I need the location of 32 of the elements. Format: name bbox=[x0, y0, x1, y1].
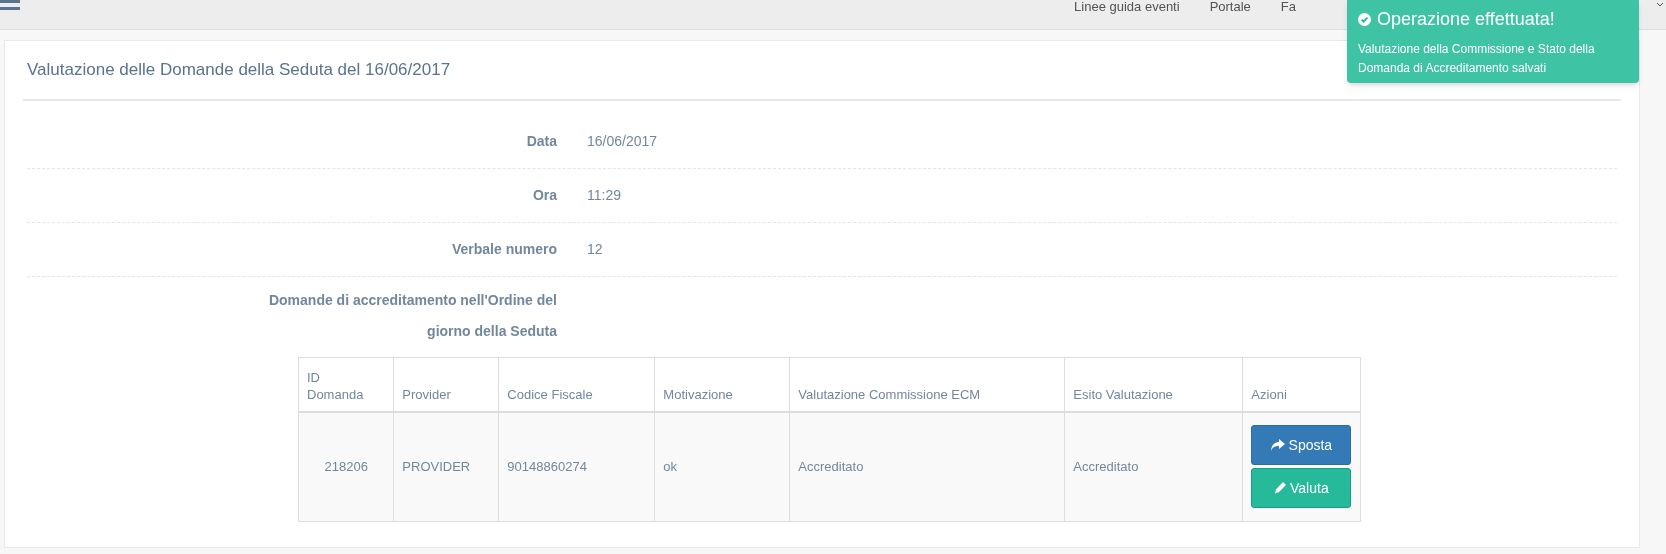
nav-link[interactable]: Fa bbox=[1280, 0, 1296, 14]
caret-icon[interactable] bbox=[1656, 2, 1664, 8]
column-header: Provider bbox=[393, 357, 499, 412]
check-circle-icon bbox=[1358, 13, 1371, 26]
field-value: 11:29 bbox=[587, 186, 621, 205]
nav-link[interactable]: Linee guida eventi bbox=[1074, 0, 1180, 14]
share-arrow-icon bbox=[1270, 439, 1285, 452]
table-cell: PROVIDER bbox=[393, 411, 499, 522]
table-cell: Accreditato bbox=[789, 411, 1065, 522]
pencil-icon bbox=[1274, 482, 1286, 495]
table-cell: ok bbox=[654, 411, 790, 522]
row-action-button[interactable]: Sposta bbox=[1251, 425, 1352, 466]
page-title: Valutazione delle Domande della Seduta del 16/06/2017 bbox=[26, 59, 451, 82]
field-label: Ora bbox=[531, 186, 557, 205]
nav-link[interactable]: Portale bbox=[1209, 0, 1251, 14]
menu-icon[interactable] bbox=[0, 0, 20, 12]
field-value: 16/06/2017 bbox=[587, 132, 658, 151]
column-header: Motivazione bbox=[654, 357, 790, 412]
toast-message: Valutazione della Commissione e Stato della Domanda di Accreditamento salvati bbox=[1358, 41, 1596, 77]
field-label: Domande di accreditamento nell'Ordine del giorno della Seduta bbox=[267, 291, 557, 341]
field-value: 12 bbox=[587, 240, 603, 259]
column-header: Esito Valutazione bbox=[1064, 357, 1243, 412]
column-header: Valutazione Commissione ECM bbox=[789, 357, 1065, 412]
field-label: Data bbox=[525, 132, 557, 151]
table-cell: Accreditato bbox=[1064, 411, 1243, 522]
column-header: ID Domanda bbox=[298, 357, 394, 412]
table-cell: 218206 bbox=[298, 411, 394, 522]
toast-title: Operazione effettuata! bbox=[1377, 8, 1555, 31]
column-header: Azioni bbox=[1242, 357, 1361, 412]
table-cell: 90148860274 bbox=[498, 411, 655, 522]
field-label: Verbale numero bbox=[450, 240, 557, 259]
column-header: Codice Fiscale bbox=[498, 357, 655, 412]
